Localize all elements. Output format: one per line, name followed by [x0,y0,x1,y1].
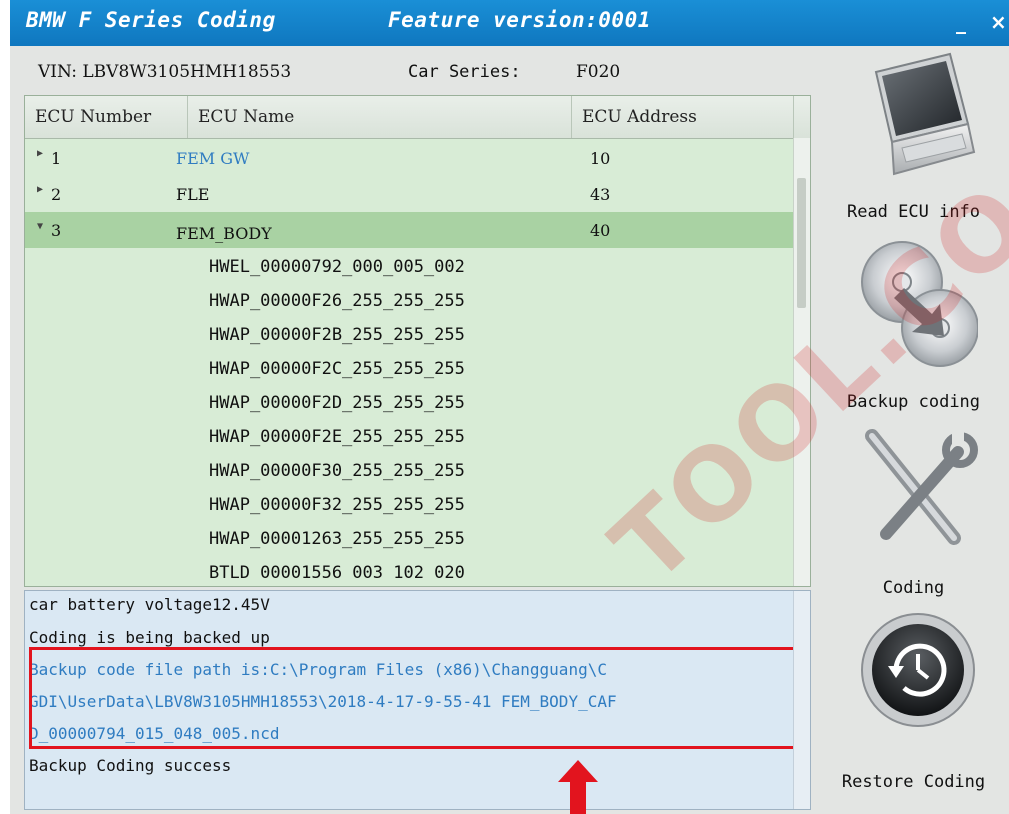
coding-label: Coding [882,578,945,598]
minimize-button[interactable]: _ [956,10,966,34]
tools-icon [865,429,978,545]
ecu-number: 2 [51,185,62,204]
table-row-ecu-2[interactable]: ▶ 2 FLE 43 [25,176,793,212]
ecu-address: 40 [590,221,611,240]
list-item[interactable]: HWAP_00000F26_255_255_255 [209,291,465,311]
title-bar: BMW F Series Coding Feature version:0001… [10,0,1009,46]
log-panel: car battery voltage12.45V Coding is bein… [24,590,811,810]
list-item[interactable]: HWAP_00001263_255_255_255 [209,529,465,549]
table-row-ecu-1[interactable]: ▶ 1 FEM GW 10 [25,140,793,176]
read-ecu-info-label: Read ECU info [846,202,981,222]
grid-scrollbar[interactable] [793,138,810,586]
list-item[interactable]: HWAP_00000F2E_255_255_255 [209,427,465,447]
log-line: Coding is being backed up [29,628,270,647]
backup-coding-button[interactable]: Backup coding [818,236,1009,421]
grid-header: ECU Number ECU Name ECU Address [25,96,810,139]
ecu-grid: ECU Number ECU Name ECU Address ▶ 1 FEM … [24,95,811,587]
ecu-name: FEM GW [176,149,250,168]
close-button[interactable]: × [990,10,1007,34]
column-header-ecu-address[interactable]: ECU Address [572,96,794,138]
laptop-icon [874,52,976,176]
highlight-box [29,647,801,749]
restore-coding-label: Restore Coding [841,772,986,792]
backup-disc-icon [861,241,978,367]
ecu-name: FEM_BODY [176,224,272,243]
restore-coding-button[interactable]: Restore Coding [818,606,1009,806]
expand-arrow-icon[interactable]: ▶ [37,184,43,195]
log-line: Backup Coding success [29,756,232,775]
ecu-number: 3 [51,221,62,240]
column-header-ecu-number[interactable]: ECU Number [25,96,188,138]
ecu-number: 1 [51,149,62,168]
read-ecu-info-button[interactable]: Read ECU info [818,50,1009,230]
feature-version: Feature version:0001 [388,8,651,32]
expand-arrow-icon[interactable]: ▶ [37,148,43,159]
list-item[interactable]: HWAP_00000F32_255_255_255 [209,495,465,515]
ecu-address: 43 [590,185,611,204]
list-item[interactable]: HWEL_00000792_000_005_002 [209,257,465,277]
log-scrollbar[interactable] [793,591,810,809]
log-line: car battery voltage12.45V [29,595,270,614]
car-series-label: Car Series: [408,62,521,82]
red-arrow-icon [558,760,598,814]
vin-label: VIN: LBV8W3105HMH18553 [38,62,292,82]
restore-clock-icon [861,613,975,727]
list-item[interactable]: HWAP_00000F2D_255_255_255 [209,393,465,413]
column-header-ecu-name[interactable]: ECU Name [188,96,572,138]
coding-button[interactable]: Coding [818,426,1009,606]
app-window: BMW F Series Coding Feature version:0001… [10,0,1009,814]
app-title: BMW F Series Coding [26,8,276,32]
ecu-name: FLE [176,185,210,204]
ecu-address: 10 [590,149,611,168]
car-series-value: F020 [576,62,621,82]
list-item[interactable]: BTLD 00001556 003 102 020 [209,563,465,583]
collapse-arrow-icon[interactable]: ▼ [37,221,43,232]
backup-coding-label: Backup coding [846,392,981,412]
table-row-ecu-3-selected[interactable]: ▼ 3 FEM_BODY 40 [25,212,793,248]
list-item[interactable]: HWAP_00000F2C_255_255_255 [209,359,465,379]
list-item[interactable]: HWAP_00000F30_255_255_255 [209,461,465,481]
grid-scrollbar-thumb[interactable] [797,178,806,308]
list-item[interactable]: HWAP_00000F2B_255_255_255 [209,325,465,345]
